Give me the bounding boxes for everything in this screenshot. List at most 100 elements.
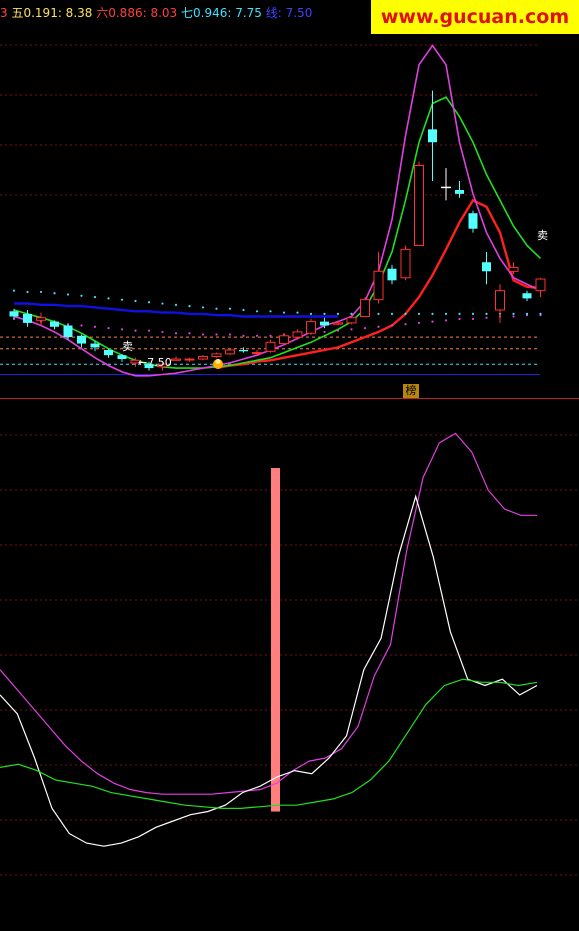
indicator-dot-4 [107, 326, 110, 330]
ma-line-1 [13, 96, 542, 369]
candle-body [252, 352, 262, 355]
indicator-dot-5 [12, 289, 16, 292]
indicator-dot-5 [336, 312, 340, 315]
indicator-dot-4 [390, 324, 394, 327]
indicator-dot-4 [80, 324, 83, 327]
indicator-dot-5 [417, 312, 421, 315]
candle-body [50, 321, 59, 327]
indicator-dot-4 [512, 315, 515, 318]
indicator-dot-4 [444, 319, 448, 322]
indicator-dot-4 [404, 323, 407, 326]
candle-body [320, 321, 329, 326]
candle-body [77, 335, 86, 344]
indicator-dot-5 [201, 306, 205, 309]
indicator-dot-5 [377, 312, 380, 315]
candle-body [387, 268, 397, 281]
indicator-dot-5 [485, 312, 488, 315]
panel-separator [0, 398, 579, 399]
indicator-dot-4 [120, 328, 124, 331]
header-item-0: 3 [0, 6, 8, 20]
header-item-1: 五0.191: 8.38 [11, 6, 93, 20]
candle-body [360, 299, 370, 317]
candle-body [279, 335, 289, 345]
signal-bar [271, 468, 280, 812]
indicator-dot-5 [134, 299, 137, 303]
low-price-marker: ←7.50 [138, 356, 172, 369]
header-item-2: 六0.886: 8.03 [96, 6, 178, 20]
indicator-dot-5 [444, 312, 448, 315]
indicator-dot-4 [201, 333, 205, 336]
indicator-dot-5 [39, 290, 43, 294]
chart-stage: 3 五0.191: 8.38 六0.886: 8.03 七0.946: 7.75… [0, 0, 579, 927]
indicator-dot-5 [107, 297, 110, 300]
candle-body [63, 325, 73, 338]
indicator-dot-5 [174, 303, 178, 306]
candle-body [306, 321, 316, 334]
low-dot-highlight [215, 359, 221, 364]
indicator-dot-4 [134, 329, 137, 332]
indicator-dot-4 [147, 329, 151, 332]
indicator-dot-4 [350, 328, 353, 331]
candle-body [117, 355, 127, 360]
indicator-dot-4 [431, 320, 434, 323]
candle-body [346, 317, 357, 324]
indicator-dot-5 [282, 311, 286, 314]
indicator-dot-4 [458, 317, 461, 321]
candle-body [171, 358, 181, 361]
indicator-dot-4 [377, 325, 380, 328]
indicator-dot-4 [215, 333, 218, 336]
indicator-dot-5 [120, 298, 124, 301]
candle-body [90, 343, 100, 348]
candle-body [292, 331, 303, 338]
indicator-dot-5 [404, 312, 407, 315]
indicator-dot-5 [539, 312, 542, 315]
indicator-dot-4 [485, 316, 488, 319]
indicator-header: 3 五0.191: 8.38 六0.886: 8.03 七0.946: 7.75… [0, 4, 312, 21]
indicator-dot-5 [296, 311, 299, 314]
indicator-dot-5 [80, 294, 83, 297]
candle-body [36, 317, 46, 321]
candle-body [211, 353, 222, 357]
header-item-3: 七0.946: 7.75 [181, 6, 262, 20]
candle-body [333, 322, 343, 325]
candle-body [414, 164, 424, 246]
indicator-dot-4 [161, 330, 164, 334]
candle-body [184, 358, 195, 361]
sell-signal-right: 卖 [537, 229, 548, 242]
indicator-dot-4 [242, 334, 245, 337]
indicator-dot-4 [269, 334, 272, 337]
indicator-dot-5 [188, 305, 191, 308]
indicator-dot-4 [228, 333, 232, 336]
candle-body [508, 266, 519, 272]
indicator-dot-5 [309, 312, 313, 315]
indicator-dot-5 [323, 312, 326, 315]
indicator-dot-5 [53, 292, 56, 295]
oscillator-line-0 [0, 432, 537, 795]
indicator-dot-4 [417, 321, 421, 325]
indicator-dot-4 [323, 330, 326, 334]
bang-marker: 榜 [403, 384, 419, 398]
candle-body [225, 349, 235, 355]
sell-signal-left: 卖 [122, 340, 133, 353]
candle-body [482, 262, 491, 272]
candle-body [400, 248, 411, 279]
indicator-dot-5 [269, 310, 272, 313]
indicator-dot-5 [471, 312, 475, 315]
candle-body [239, 350, 248, 352]
candle-body [265, 341, 276, 352]
indicator-dot-5 [93, 295, 97, 299]
indicator-dot-5 [350, 312, 353, 315]
indicator-dot-5 [66, 293, 70, 296]
indicator-dot-5 [512, 312, 515, 315]
candle-body [373, 270, 384, 301]
indicator-dot-5 [215, 307, 218, 310]
indicator-dot-4 [174, 332, 178, 335]
indicator-dot-4 [188, 332, 191, 335]
indicator-dot-4 [363, 326, 367, 330]
indicator-dot-5 [255, 310, 259, 313]
indicator-dot-4 [471, 317, 475, 321]
candle-body [23, 313, 32, 323]
candle-body [9, 311, 19, 317]
indicator-dot-5 [242, 308, 245, 312]
candle-body [535, 278, 546, 292]
